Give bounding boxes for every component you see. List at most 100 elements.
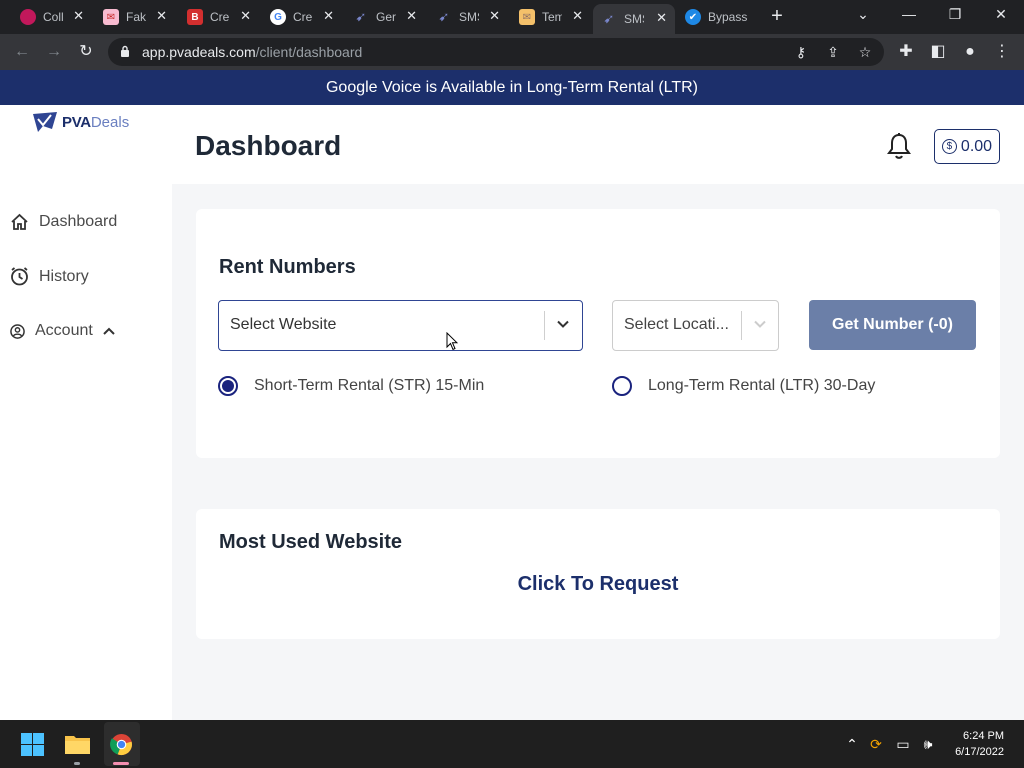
sync-icon[interactable]: ⟳ <box>867 736 885 752</box>
radio-short-term[interactable]: Short-Term Rental (STR) 15-Min <box>218 376 484 396</box>
extensions-icon[interactable]: ✚ <box>896 42 916 62</box>
close-icon[interactable]: ✕ <box>572 8 583 24</box>
logo-text: Deals <box>90 113 130 131</box>
chevron-down-icon[interactable] <box>753 317 767 331</box>
browser-tab[interactable]: ➹ Ger ✕ <box>345 4 425 30</box>
page-title: Dashboard <box>195 130 342 161</box>
chevron-up-icon[interactable] <box>103 327 115 335</box>
sidebar-item-history[interactable]: History <box>10 267 89 286</box>
url-path: /client/dashboard <box>255 44 363 60</box>
location-select[interactable]: Select Locati... <box>612 300 779 351</box>
tab-title: Bypass <box>708 10 748 24</box>
running-indicator <box>74 762 80 765</box>
close-icon[interactable]: ✕ <box>156 8 167 24</box>
radio-circle[interactable] <box>612 376 632 396</box>
tab-title: Tem <box>542 10 562 24</box>
sidebar: PVA Deals Dashboard History Account <box>0 105 172 720</box>
get-number-button[interactable]: Get Number (-0) <box>809 300 976 350</box>
windows-start-icon[interactable] <box>21 733 44 756</box>
minimize-icon[interactable]: — <box>895 6 923 22</box>
get-number-label: Get Number (-0) <box>832 316 953 333</box>
select-divider <box>544 311 545 340</box>
mouse-cursor-icon <box>446 332 458 351</box>
radio-label: Short-Term Rental (STR) 15-Min <box>254 377 485 394</box>
purple-circle-icon <box>20 9 36 25</box>
browser-tab[interactable]: B Cre ✕ <box>179 4 259 30</box>
banner-text: Google Voice is Available in Long-Term R… <box>325 79 699 96</box>
clock-time: 6:24 PM <box>963 730 1004 742</box>
radio-circle[interactable] <box>218 376 238 396</box>
share-icon[interactable]: ⇪ <box>824 43 842 61</box>
pva-icon: ➹ <box>603 11 615 26</box>
browser-tab-active[interactable]: ➹ SMS ✕ <box>593 4 675 34</box>
close-icon[interactable]: ✕ <box>323 8 334 24</box>
sidebar-item-account[interactable]: Account <box>10 322 125 340</box>
close-window-icon[interactable]: ✕ <box>987 6 1015 23</box>
close-icon[interactable]: ✕ <box>406 8 417 24</box>
clock-icon <box>11 267 28 286</box>
tab-title: Cre <box>210 10 230 24</box>
browser-tab[interactable]: G Cre ✕ <box>262 4 342 30</box>
close-icon[interactable]: ✕ <box>656 10 667 26</box>
website-select[interactable]: Select Website <box>218 300 583 351</box>
click-to-request-link[interactable]: Click To Request <box>196 573 1000 596</box>
balance-badge[interactable]: $ 0.00 <box>934 129 1000 164</box>
network-icon[interactable]: ▭ <box>894 736 912 752</box>
key-icon[interactable]: ⚷ <box>792 43 810 61</box>
volume-icon[interactable]: 🕪 <box>919 736 937 752</box>
browser-tab[interactable]: ➹ SMS ✕ <box>428 4 508 30</box>
tab-title: Cre <box>293 10 313 24</box>
tab-title: SMS <box>624 12 644 26</box>
new-tab-icon[interactable]: + <box>768 6 786 26</box>
radio-long-term[interactable]: Long-Term Rental (LTR) 30-Day <box>612 376 875 396</box>
location-select-placeholder: Select Locati... <box>624 316 729 333</box>
b-letter-icon: B <box>187 9 203 25</box>
sidebar-item-label: Dashboard <box>39 213 118 230</box>
address-bar[interactable]: app.pvadeals.com/client/dashboard ⚷ ⇪ ☆ <box>108 38 884 66</box>
chevron-up-icon[interactable]: ⌃ <box>843 736 861 752</box>
browser-tab[interactable]: ✉ Fak ✕ <box>95 4 175 30</box>
card-title: Rent Numbers <box>219 256 356 278</box>
user-circle-icon <box>10 323 25 339</box>
logo-text: PVA <box>62 113 91 131</box>
announcement-banner: Google Voice is Available in Long-Term R… <box>0 70 1024 105</box>
tab-title: Ger <box>376 10 396 24</box>
close-icon[interactable]: ✕ <box>73 8 84 24</box>
logo[interactable]: PVA Deals <box>32 111 129 133</box>
star-icon[interactable]: ☆ <box>856 43 874 61</box>
check-icon: ✔ <box>685 9 701 25</box>
tab-title: Fak <box>126 10 146 24</box>
sidebar-item-label: History <box>39 267 89 285</box>
browser-tab-strip: Coll ✕ ✉ Fak ✕ B Cre ✕ G Cre ✕ ➹ Ger ✕ ➹… <box>0 0 1024 34</box>
envelope-icon: ✉ <box>519 9 535 25</box>
chrome-icon <box>110 733 133 756</box>
browser-toolbar: ← → ↻ app.pvadeals.com/client/dashboard … <box>0 34 1024 70</box>
menu-icon[interactable]: ⋮ <box>992 42 1012 62</box>
main-header: Dashboard $ 0.00 <box>172 105 1024 184</box>
balance-amount: 0.00 <box>960 137 993 155</box>
profile-icon[interactable]: ● <box>960 42 980 62</box>
rent-numbers-card: Rent Numbers Select Website Select Locat… <box>196 209 1000 458</box>
sidebar-item-dashboard[interactable]: Dashboard <box>10 213 117 231</box>
restore-icon[interactable]: ❐ <box>941 6 969 23</box>
forward-icon[interactable]: → <box>44 42 64 62</box>
pva-logo-icon <box>33 112 57 132</box>
close-icon[interactable]: ✕ <box>489 8 500 24</box>
dollar-icon: $ <box>941 139 957 154</box>
browser-tab[interactable]: ✔ Bypass <box>677 4 757 30</box>
close-icon[interactable]: ✕ <box>240 8 251 24</box>
browser-tab[interactable]: ✉ Tem ✕ <box>511 4 591 30</box>
chevron-down-icon[interactable]: ⌄ <box>849 6 877 23</box>
reload-icon[interactable]: ↻ <box>76 42 96 62</box>
url-text: app.pvadeals.com/client/dashboard <box>142 44 362 60</box>
back-icon[interactable]: ← <box>12 42 32 62</box>
file-explorer-icon[interactable] <box>65 733 90 754</box>
browser-tab[interactable]: Coll ✕ <box>12 4 92 30</box>
bell-icon[interactable] <box>886 132 912 160</box>
active-indicator <box>113 762 129 765</box>
clock-date: 6/17/2022 <box>955 746 1004 758</box>
home-icon <box>11 213 28 230</box>
system-clock[interactable]: 6:24 PM 6/17/2022 <box>955 728 1004 760</box>
side-panel-icon[interactable]: ◧ <box>928 42 948 62</box>
chevron-down-icon[interactable] <box>556 317 570 331</box>
